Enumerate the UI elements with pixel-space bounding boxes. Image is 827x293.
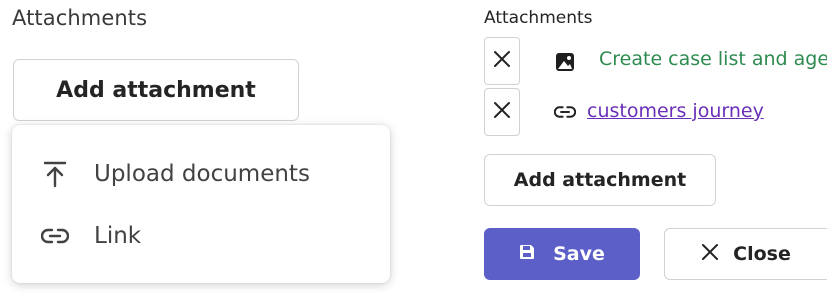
add-attachment-button[interactable]: Add attachment [13, 59, 299, 121]
save-button[interactable]: Save [484, 228, 640, 280]
remove-attachment-button[interactable] [484, 37, 520, 85]
image-file-icon [553, 50, 577, 74]
upload-icon [38, 157, 72, 191]
link-icon [38, 219, 72, 253]
menu-item-upload-documents[interactable]: Upload documents [12, 149, 390, 199]
link-icon [553, 100, 577, 124]
attachments-heading: Attachments [12, 6, 148, 30]
remove-attachment-button[interactable] [484, 88, 520, 136]
add-attachment-button-right[interactable]: Add attachment [484, 154, 716, 206]
close-button[interactable]: Close [664, 228, 827, 280]
add-attachment-label: Add attachment [513, 169, 687, 191]
menu-item-label: Upload documents [94, 161, 310, 187]
close-icon [493, 50, 511, 72]
save-icon [519, 243, 535, 265]
attachment-link[interactable]: customers journey [587, 100, 764, 122]
attachment-menu: Upload documents Link [12, 125, 390, 283]
close-label: Close [733, 243, 791, 265]
attachment-file-name[interactable]: Create case list and age [599, 48, 827, 70]
menu-item-link[interactable]: Link [12, 211, 390, 261]
add-attachment-label: Add attachment [56, 77, 256, 103]
close-icon [701, 243, 719, 266]
save-label: Save [553, 243, 605, 265]
close-icon [493, 101, 511, 123]
attachments-heading-right: Attachments [484, 8, 593, 28]
menu-item-label: Link [94, 223, 142, 249]
